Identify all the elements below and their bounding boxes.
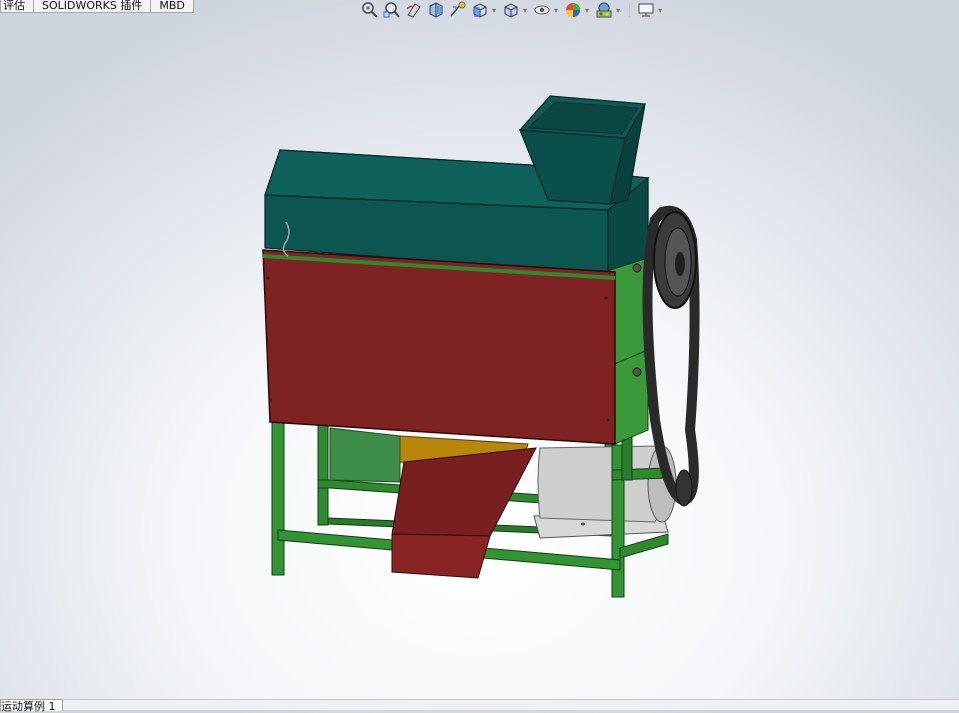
motor[interactable] [533, 445, 677, 539]
bottom-tab-strip: 运动算例 1 [0, 699, 959, 713]
lower-chamber [329, 427, 401, 483]
tab-motion-study-1[interactable]: 运动算例 1 [0, 699, 63, 713]
graphics-area-3d-model[interactable] [0, 0, 959, 710]
